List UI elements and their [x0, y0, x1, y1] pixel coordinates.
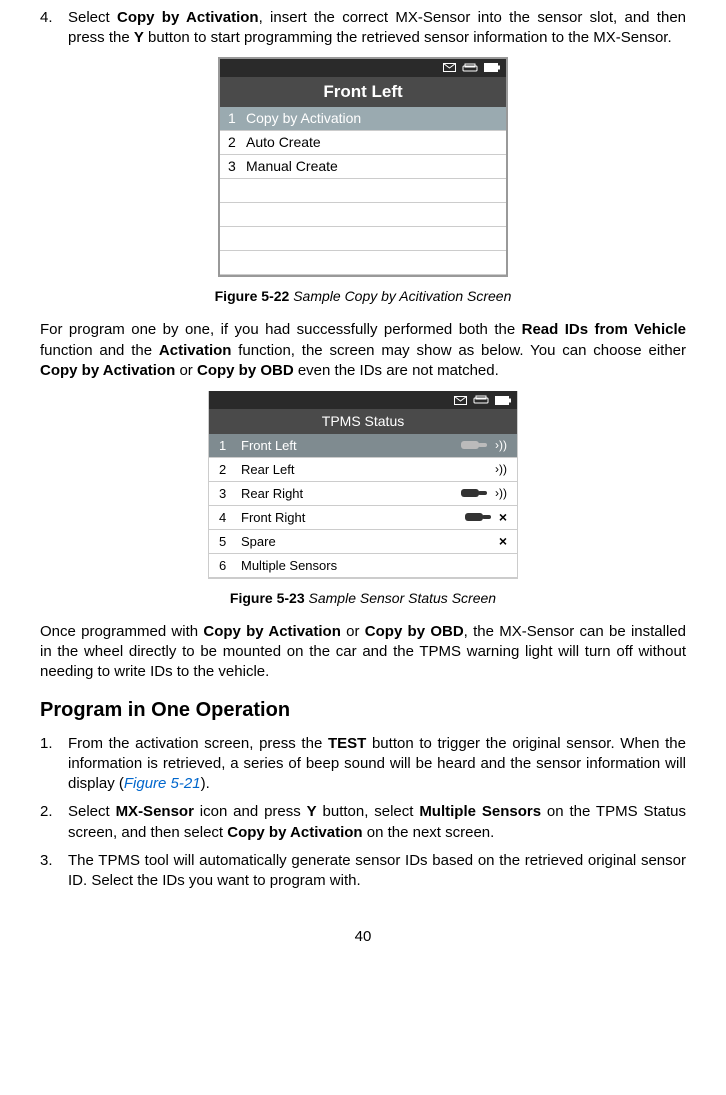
status-bar: [220, 59, 506, 77]
ordered-step-3: 3. The TPMS tool will automatically gene…: [40, 851, 686, 892]
row-label: Rear Right: [241, 485, 447, 503]
menu-row[interactable]: 2Auto Create: [220, 131, 506, 155]
car-icon: [473, 395, 489, 405]
row-num: 1: [219, 437, 241, 455]
tpms-row[interactable]: 2Rear Left ›)): [209, 458, 517, 482]
row-label: Rear Left: [241, 461, 447, 479]
row-num: 5: [219, 533, 241, 551]
paragraph-2: Once programmed with Copy by Activation …: [40, 622, 686, 683]
row-label: Multiple Sensors: [241, 557, 447, 575]
car-icon: [462, 63, 478, 73]
tpms-row[interactable]: 6Multiple Sensors: [209, 554, 517, 578]
row-icons: ×: [447, 508, 517, 527]
figure-link[interactable]: Figure 5-21: [124, 775, 201, 792]
menu-row[interactable]: 3Manual Create: [220, 155, 506, 179]
signal-icon: ›)): [495, 485, 507, 501]
row-label: Front Left: [241, 437, 447, 455]
sensor-icon: [465, 510, 493, 524]
signal-icon: ›)): [495, 437, 507, 453]
step-num: 4.: [40, 8, 68, 49]
row-num: 2: [219, 461, 241, 479]
row-num: 2: [228, 133, 246, 152]
row-icons: ×: [447, 532, 517, 551]
row-num: 3: [219, 485, 241, 503]
menu-row[interactable]: 1Copy by Activation: [220, 107, 506, 131]
row-icons: ›)): [447, 461, 517, 477]
row-icons: ›)): [447, 485, 517, 501]
x-icon: ×: [499, 508, 507, 527]
step-num: 2.: [40, 802, 68, 843]
tpms-row[interactable]: 3Rear Right ›)): [209, 482, 517, 506]
device-screenshot-2: TPMS Status 1Front Left›))2Rear Left›))3…: [208, 391, 518, 579]
device-title: TPMS Status: [209, 409, 517, 434]
device-screenshot-1: Front Left 1Copy by Activation2Auto Crea…: [218, 57, 508, 278]
row-num: 6: [219, 557, 241, 575]
figure-caption-2: Figure 5-23 Sample Sensor Status Screen: [40, 589, 686, 608]
ordered-step-1: 1. From the activation screen, press the…: [40, 734, 686, 795]
row-num: 1: [228, 109, 246, 128]
tpms-row[interactable]: 1Front Left ›)): [209, 434, 517, 458]
sensor-icon: [461, 438, 489, 452]
ordered-step-2: 2. Select MX-Sensor icon and press Y but…: [40, 802, 686, 843]
row-num: 4: [219, 509, 241, 527]
mail-icon: [454, 396, 467, 405]
step-num: 1.: [40, 734, 68, 795]
menu-row-empty: [220, 251, 506, 275]
figure-caption-1: Figure 5-22 Sample Copy by Acitivation S…: [40, 287, 686, 306]
battery-icon: [484, 63, 500, 72]
row-label: Auto Create: [246, 133, 321, 152]
signal-icon: ›)): [495, 461, 507, 477]
menu-row-empty: [220, 227, 506, 251]
sensor-icon: [461, 486, 489, 500]
step-text: Select Copy by Activation, insert the co…: [68, 8, 686, 49]
step-num: 3.: [40, 851, 68, 892]
status-bar: [209, 391, 517, 409]
tpms-row[interactable]: 4Front Right ×: [209, 506, 517, 530]
row-num: 3: [228, 157, 246, 176]
x-icon: ×: [499, 532, 507, 551]
step-text: From the activation screen, press the TE…: [68, 734, 686, 795]
row-label: Spare: [241, 533, 447, 551]
row-icons: ›)): [447, 437, 517, 453]
battery-icon: [495, 396, 511, 405]
paragraph-1: For program one by one, if you had succe…: [40, 320, 686, 381]
mail-icon: [443, 63, 456, 72]
row-label: Front Right: [241, 509, 447, 527]
device-title: Front Left: [220, 77, 506, 108]
row-label: Copy by Activation: [246, 109, 361, 128]
menu-row-empty: [220, 179, 506, 203]
step-text: The TPMS tool will automatically generat…: [68, 851, 686, 892]
section-heading: Program in One Operation: [40, 697, 686, 724]
row-label: Manual Create: [246, 157, 338, 176]
step-text: Select MX-Sensor icon and press Y button…: [68, 802, 686, 843]
step-4: 4. Select Copy by Activation, insert the…: [40, 8, 686, 49]
menu-row-empty: [220, 203, 506, 227]
tpms-row[interactable]: 5Spare ×: [209, 530, 517, 554]
page-number: 40: [40, 927, 686, 947]
